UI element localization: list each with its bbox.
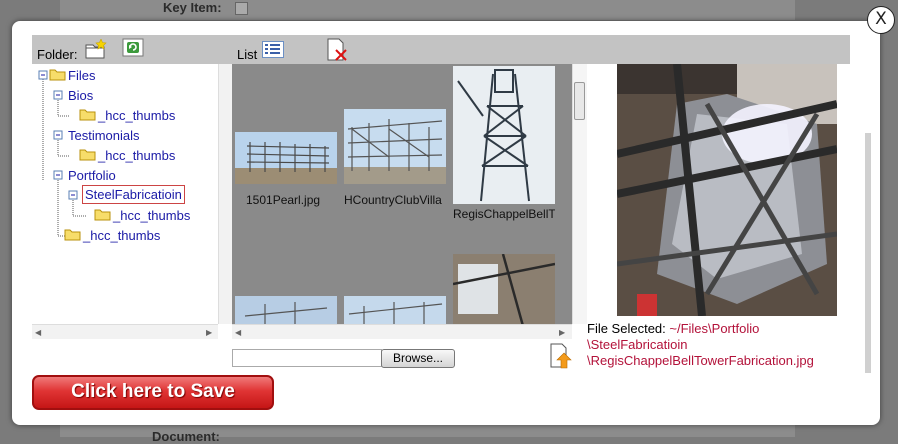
tree-horizontal-scrollbar[interactable]: ◀ ▶ [32, 324, 218, 339]
preview-scrollbar[interactable] [865, 133, 871, 373]
background-key-item-checkbox [235, 2, 248, 15]
file-selected-path-line2: \SteelFabricatioin [587, 337, 688, 352]
browse-button[interactable]: Browse... [381, 349, 455, 368]
selected-image-preview [617, 64, 837, 316]
grid-scroll-thumb[interactable] [574, 82, 585, 120]
folder-tree: Files Bios _hcc_thumbs Testimonials _hcc… [32, 64, 218, 324]
upload-icon[interactable] [549, 343, 573, 369]
grid-vertical-scrollbar[interactable] [572, 64, 587, 324]
thumbnail-row2-3[interactable] [453, 254, 555, 324]
thumbnail-row2-1[interactable] [235, 296, 337, 324]
list-view-icon[interactable] [262, 41, 284, 58]
thumbnail-caption-hcountryclubvilla: HCountryClubVilla [344, 193, 442, 207]
save-button[interactable]: Click here to Save [32, 375, 274, 410]
list-label: List [237, 47, 258, 62]
file-thumbnail-grid: 1501Pearl.jpg HCountryClubVilla RegisCha… [232, 64, 572, 324]
refresh-icon[interactable] [122, 38, 144, 57]
file-selected-path-line1: ~/Files\Portfolio [669, 321, 760, 336]
close-button[interactable]: X [867, 6, 895, 34]
grid-horizontal-scrollbar[interactable]: ◀ ▶ [232, 324, 572, 339]
thumbnail-caption-regischappelbelltower: RegisChappelBellT [453, 207, 555, 221]
scroll-right-icon[interactable]: ▶ [206, 328, 212, 337]
background-key-item-label: Key Item: [163, 0, 222, 15]
folder-label: Folder: [37, 47, 78, 62]
delete-file-icon[interactable] [326, 38, 348, 62]
file-browser-dialog: Folder: List Files Bios _hcc_thumbs Test… [12, 21, 880, 425]
thumbnail-regischappelbelltower[interactable] [453, 66, 555, 204]
toolbar: Folder: List [32, 35, 850, 64]
upload-file-input[interactable] [232, 349, 382, 367]
thumbnail-hcountryclubvilla[interactable] [344, 109, 446, 184]
tree-vertical-scrollbar[interactable] [218, 64, 233, 324]
thumbnail-caption-1501pearl: 1501Pearl.jpg [246, 193, 321, 207]
grid-scroll-left-icon[interactable]: ◀ [235, 328, 241, 337]
thumbnail-row2-2[interactable] [344, 296, 446, 324]
grid-scroll-right-icon[interactable]: ▶ [559, 328, 565, 337]
thumbnail-1501pearl[interactable] [235, 132, 337, 184]
file-selected-info: File Selected: ~/Files\Portfolio \SteelF… [587, 321, 857, 369]
file-selected-path-line3: \RegisChappelBellTowerFabrication.jpg [587, 353, 814, 368]
scroll-left-icon[interactable]: ◀ [35, 328, 41, 337]
file-selected-label: File Selected: [587, 321, 666, 336]
new-folder-icon[interactable] [85, 39, 107, 59]
